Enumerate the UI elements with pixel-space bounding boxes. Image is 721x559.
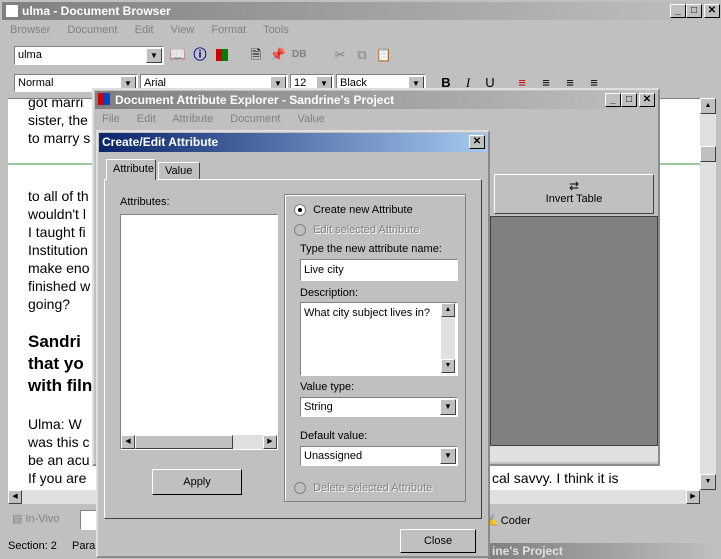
scroll-thumb[interactable] bbox=[700, 146, 716, 162]
attributes-icon[interactable] bbox=[216, 49, 228, 61]
document-bottom-lines: Ulma: W was this c be an acu If you are bbox=[28, 416, 90, 486]
scroll-left-icon[interactable]: ◀ bbox=[121, 435, 135, 449]
app-icon bbox=[5, 4, 19, 18]
close-button[interactable]: Close bbox=[400, 529, 476, 553]
create-new-radio[interactable]: Create new Attribute bbox=[294, 204, 413, 217]
value-type-label: Value type: bbox=[300, 381, 355, 393]
edit-selected-radio[interactable]: Edit selected Attribute bbox=[294, 224, 419, 237]
maximize-icon[interactable]: □ bbox=[686, 4, 702, 18]
menu-edit[interactable]: Edit bbox=[137, 113, 156, 125]
document-top-lines: got marri sister, the to marry s bbox=[28, 98, 91, 146]
document-heading: Sandri that yo with filn bbox=[28, 332, 93, 395]
explorer-grid[interactable] bbox=[490, 216, 658, 446]
scroll-right-icon[interactable]: ▶ bbox=[686, 490, 700, 504]
document-icon[interactable]: 🗎 bbox=[246, 45, 266, 65]
document-selector[interactable]: ulma ▼ bbox=[14, 46, 164, 65]
menu-value[interactable]: Value bbox=[297, 113, 324, 125]
close-icon[interactable]: ✕ bbox=[639, 93, 655, 107]
delete-selected-radio[interactable]: Delete selected Attribute bbox=[294, 482, 432, 495]
menu-format[interactable]: Format bbox=[211, 24, 246, 36]
book-icon[interactable]: 📖 bbox=[168, 45, 188, 65]
close-icon[interactable]: ✕ bbox=[469, 135, 485, 149]
coder-button[interactable]: ✍ Coder bbox=[484, 514, 531, 527]
explorer-horizontal-scrollbar[interactable] bbox=[490, 446, 658, 462]
menu-document[interactable]: Document bbox=[230, 113, 280, 125]
menu-browser[interactable]: Browser bbox=[10, 24, 50, 36]
document-mid-lines: to all of th wouldn't l I taught fi Inst… bbox=[28, 188, 91, 312]
value-type-select[interactable]: String ▼ bbox=[300, 397, 458, 417]
background-window-title[interactable]: ine's Project bbox=[488, 543, 718, 559]
explorer-title: Document Attribute Explorer - Sandrine's… bbox=[115, 93, 395, 107]
maximize-icon[interactable]: □ bbox=[621, 93, 637, 107]
minimize-icon[interactable]: _ bbox=[670, 4, 686, 18]
explorer-menu-bar: File Edit Attribute Document Value bbox=[102, 113, 339, 125]
invert-icon: ⇄ bbox=[568, 179, 580, 193]
name-label: Type the new attribute name: bbox=[300, 243, 442, 255]
scroll-left-icon[interactable]: ◀ bbox=[8, 490, 22, 504]
create-edit-dialog: Create/Edit Attribute ✕ Attribute Value … bbox=[96, 130, 490, 558]
status-section: Section: 2 bbox=[8, 540, 57, 552]
scroll-up-icon[interactable]: ▲ bbox=[700, 98, 716, 114]
attributes-horizontal-scrollbar[interactable]: ◀ ▶ bbox=[121, 435, 277, 449]
cut-icon[interactable]: ✂ bbox=[330, 45, 350, 65]
menu-tools[interactable]: Tools bbox=[263, 24, 289, 36]
scroll-down-icon[interactable]: ▼ bbox=[700, 474, 716, 490]
menu-file[interactable]: File bbox=[102, 113, 120, 125]
menu-edit[interactable]: Edit bbox=[135, 24, 154, 36]
main-title: ulma - Document Browser bbox=[22, 4, 171, 18]
explorer-app-icon bbox=[98, 93, 110, 105]
radio-selected-icon bbox=[294, 204, 306, 217]
tab-attribute[interactable]: Attribute bbox=[106, 159, 156, 180]
default-value-label: Default value: bbox=[300, 430, 368, 442]
paste-icon[interactable]: 📋 bbox=[374, 45, 394, 65]
invert-table-button[interactable]: ⇄ Invert Table bbox=[494, 174, 654, 214]
pin-icon[interactable]: 📌 bbox=[268, 45, 288, 65]
invivo-icon: ▤ bbox=[12, 513, 23, 525]
description-textarea[interactable]: What city subject lives in? ▲ ▼ bbox=[300, 302, 458, 376]
tab-value[interactable]: Value bbox=[158, 162, 200, 180]
invivo-button[interactable]: ▤ In-Vivo bbox=[12, 512, 60, 530]
chevron-down-icon[interactable]: ▼ bbox=[146, 48, 162, 63]
menu-document[interactable]: Document bbox=[67, 24, 117, 36]
close-icon[interactable]: ✕ bbox=[704, 4, 720, 18]
description-scrollbar[interactable]: ▲ ▼ bbox=[441, 303, 455, 373]
dialog-title: Create/Edit Attribute bbox=[102, 135, 219, 149]
scroll-up-icon[interactable]: ▲ bbox=[441, 303, 455, 317]
attributes-list[interactable]: ◀ ▶ bbox=[120, 214, 278, 450]
main-title-bar[interactable]: ulma - Document Browser _ □ ✕ bbox=[2, 2, 720, 20]
menu-view[interactable]: View bbox=[171, 24, 195, 36]
document-right-fragment: cal savvy. I think it is bbox=[492, 470, 619, 486]
explorer-title-bar[interactable]: Document Attribute Explorer - Sandrine's… bbox=[95, 91, 657, 109]
default-value-select[interactable]: Unassigned ▼ bbox=[300, 446, 458, 466]
radio-icon bbox=[294, 224, 306, 237]
dialog-title-bar[interactable]: Create/Edit Attribute ✕ bbox=[99, 133, 487, 152]
info-icon[interactable]: ⓘ bbox=[190, 45, 210, 65]
scroll-thumb[interactable] bbox=[135, 435, 233, 449]
attributes-label: Attributes: bbox=[120, 196, 170, 208]
db-icon[interactable]: DB bbox=[292, 49, 306, 60]
scroll-right-icon[interactable]: ▶ bbox=[263, 435, 277, 449]
description-label: Description: bbox=[300, 287, 359, 299]
attribute-name-input[interactable]: Live city bbox=[300, 259, 458, 281]
minimize-icon[interactable]: _ bbox=[605, 93, 621, 107]
apply-button[interactable]: Apply bbox=[152, 469, 242, 495]
chevron-down-icon[interactable]: ▼ bbox=[440, 399, 456, 415]
status-para: Para bbox=[72, 540, 96, 552]
main-vertical-scrollbar[interactable]: ▲ ▼ bbox=[700, 98, 716, 490]
radio-icon bbox=[294, 482, 306, 495]
menu-attribute[interactable]: Attribute bbox=[172, 113, 213, 125]
copy-icon[interactable]: ⧉ bbox=[352, 45, 372, 65]
chevron-down-icon[interactable]: ▼ bbox=[440, 448, 456, 464]
scroll-down-icon[interactable]: ▼ bbox=[441, 359, 455, 373]
main-menu-bar: Browser Document Edit View Format Tools bbox=[10, 24, 303, 40]
